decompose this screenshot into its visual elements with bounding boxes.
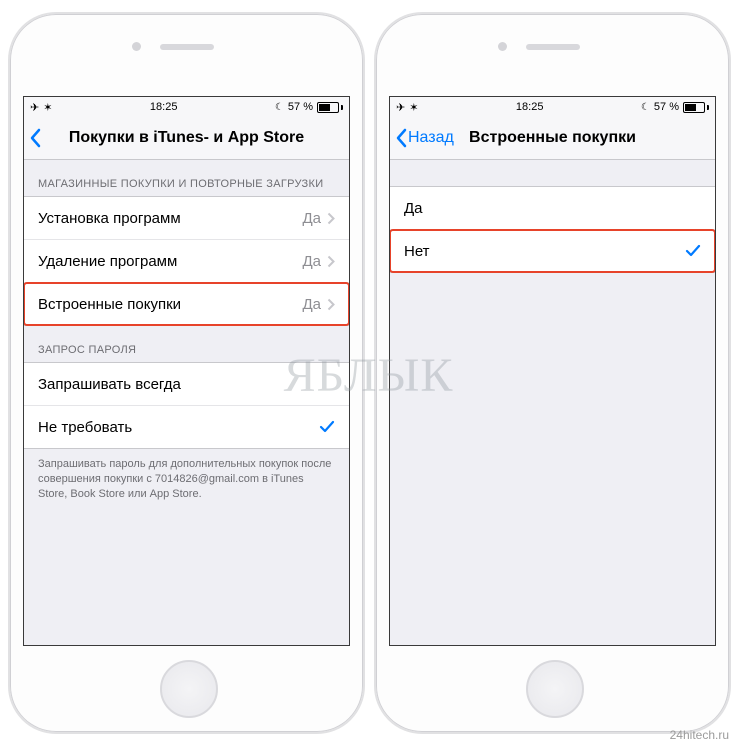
dnd-moon-icon: ☾ (641, 102, 650, 113)
row-label: Установка программ (38, 210, 302, 227)
phone-right: ✈ ✶ 18:25 ☾ 57 % Назад Встроенные покуп (374, 12, 731, 734)
status-bar: ✈ ✶ 18:25 ☾ 57 % (24, 97, 349, 117)
section-header-password: ЗАПРОС ПАРОЛЯ (24, 326, 349, 362)
status-right: ☾ 57 % (641, 101, 709, 113)
row-value: Да (302, 210, 321, 227)
option-no[interactable]: Нет (390, 229, 715, 272)
section-header-store: МАГАЗИННЫЕ ПОКУПКИ И ПОВТОРНЫЕ ЗАГРУЗКИ (24, 160, 349, 196)
nav-bar: Покупки в iTunes- и App Store (24, 117, 349, 160)
back-button[interactable]: Назад (390, 128, 454, 148)
status-left: ✈ ✶ (30, 101, 52, 114)
status-time: 18:25 (516, 101, 544, 113)
airplane-icon: ✈ (396, 101, 405, 114)
status-left: ✈ ✶ (396, 101, 418, 114)
checkmark-icon (319, 420, 335, 434)
wifi-icon: ✶ (43, 101, 52, 114)
chevron-right-icon (327, 255, 335, 268)
back-button[interactable] (24, 128, 42, 148)
options-group: Да Нет (390, 186, 715, 273)
row-delete-apps[interactable]: Удаление программ Да (24, 239, 349, 282)
spacer (390, 160, 715, 186)
dnd-moon-icon: ☾ (275, 102, 284, 113)
row-install-apps[interactable]: Установка программ Да (24, 197, 349, 239)
airplane-icon: ✈ (30, 101, 39, 114)
stage: ✈ ✶ 18:25 ☾ 57 % Покупки в iTunes- и App… (0, 0, 737, 746)
option-yes[interactable]: Да (390, 187, 715, 229)
row-always-require[interactable]: Запрашивать всегда (24, 363, 349, 405)
row-in-app-purchases[interactable]: Встроенные покупки Да (24, 282, 349, 325)
phone-camera (132, 42, 141, 51)
screen-right: ✈ ✶ 18:25 ☾ 57 % Назад Встроенные покуп (389, 96, 716, 646)
row-label: Удаление программ (38, 253, 302, 270)
credit-text: 24hitech.ru (670, 728, 729, 742)
status-right: ☾ 57 % (275, 101, 343, 113)
phone-speaker (160, 44, 214, 50)
password-request-group: Запрашивать всегда Не требовать (24, 362, 349, 449)
store-purchases-group: Установка программ Да Удаление программ … (24, 196, 349, 326)
nav-bar: Назад Встроенные покупки (390, 117, 715, 160)
row-value: Да (302, 296, 321, 313)
row-label: Нет (404, 243, 685, 260)
page-title: Покупки в iTunes- и App Store (24, 129, 349, 147)
phone-speaker (526, 44, 580, 50)
row-not-require[interactable]: Не требовать (24, 405, 349, 448)
battery-percent: 57 % (288, 101, 313, 113)
row-label: Да (404, 200, 701, 217)
battery-percent: 57 % (654, 101, 679, 113)
phone-left: ✈ ✶ 18:25 ☾ 57 % Покупки в iTunes- и App… (8, 12, 365, 734)
row-label: Встроенные покупки (38, 296, 302, 313)
battery-icon (317, 102, 343, 113)
checkmark-icon (685, 244, 701, 258)
row-label: Запрашивать всегда (38, 376, 335, 393)
footer-note: Запрашивать пароль для дополнительных по… (24, 449, 349, 510)
row-label: Не требовать (38, 419, 319, 436)
chevron-right-icon (327, 298, 335, 311)
status-time: 18:25 (150, 101, 178, 113)
screen-left: ✈ ✶ 18:25 ☾ 57 % Покупки в iTunes- и App… (23, 96, 350, 646)
status-bar: ✈ ✶ 18:25 ☾ 57 % (390, 97, 715, 117)
row-value: Да (302, 253, 321, 270)
home-button[interactable] (160, 660, 218, 718)
back-label: Назад (408, 129, 454, 147)
chevron-right-icon (327, 212, 335, 225)
battery-icon (683, 102, 709, 113)
phone-camera (498, 42, 507, 51)
wifi-icon: ✶ (409, 101, 418, 114)
home-button[interactable] (526, 660, 584, 718)
